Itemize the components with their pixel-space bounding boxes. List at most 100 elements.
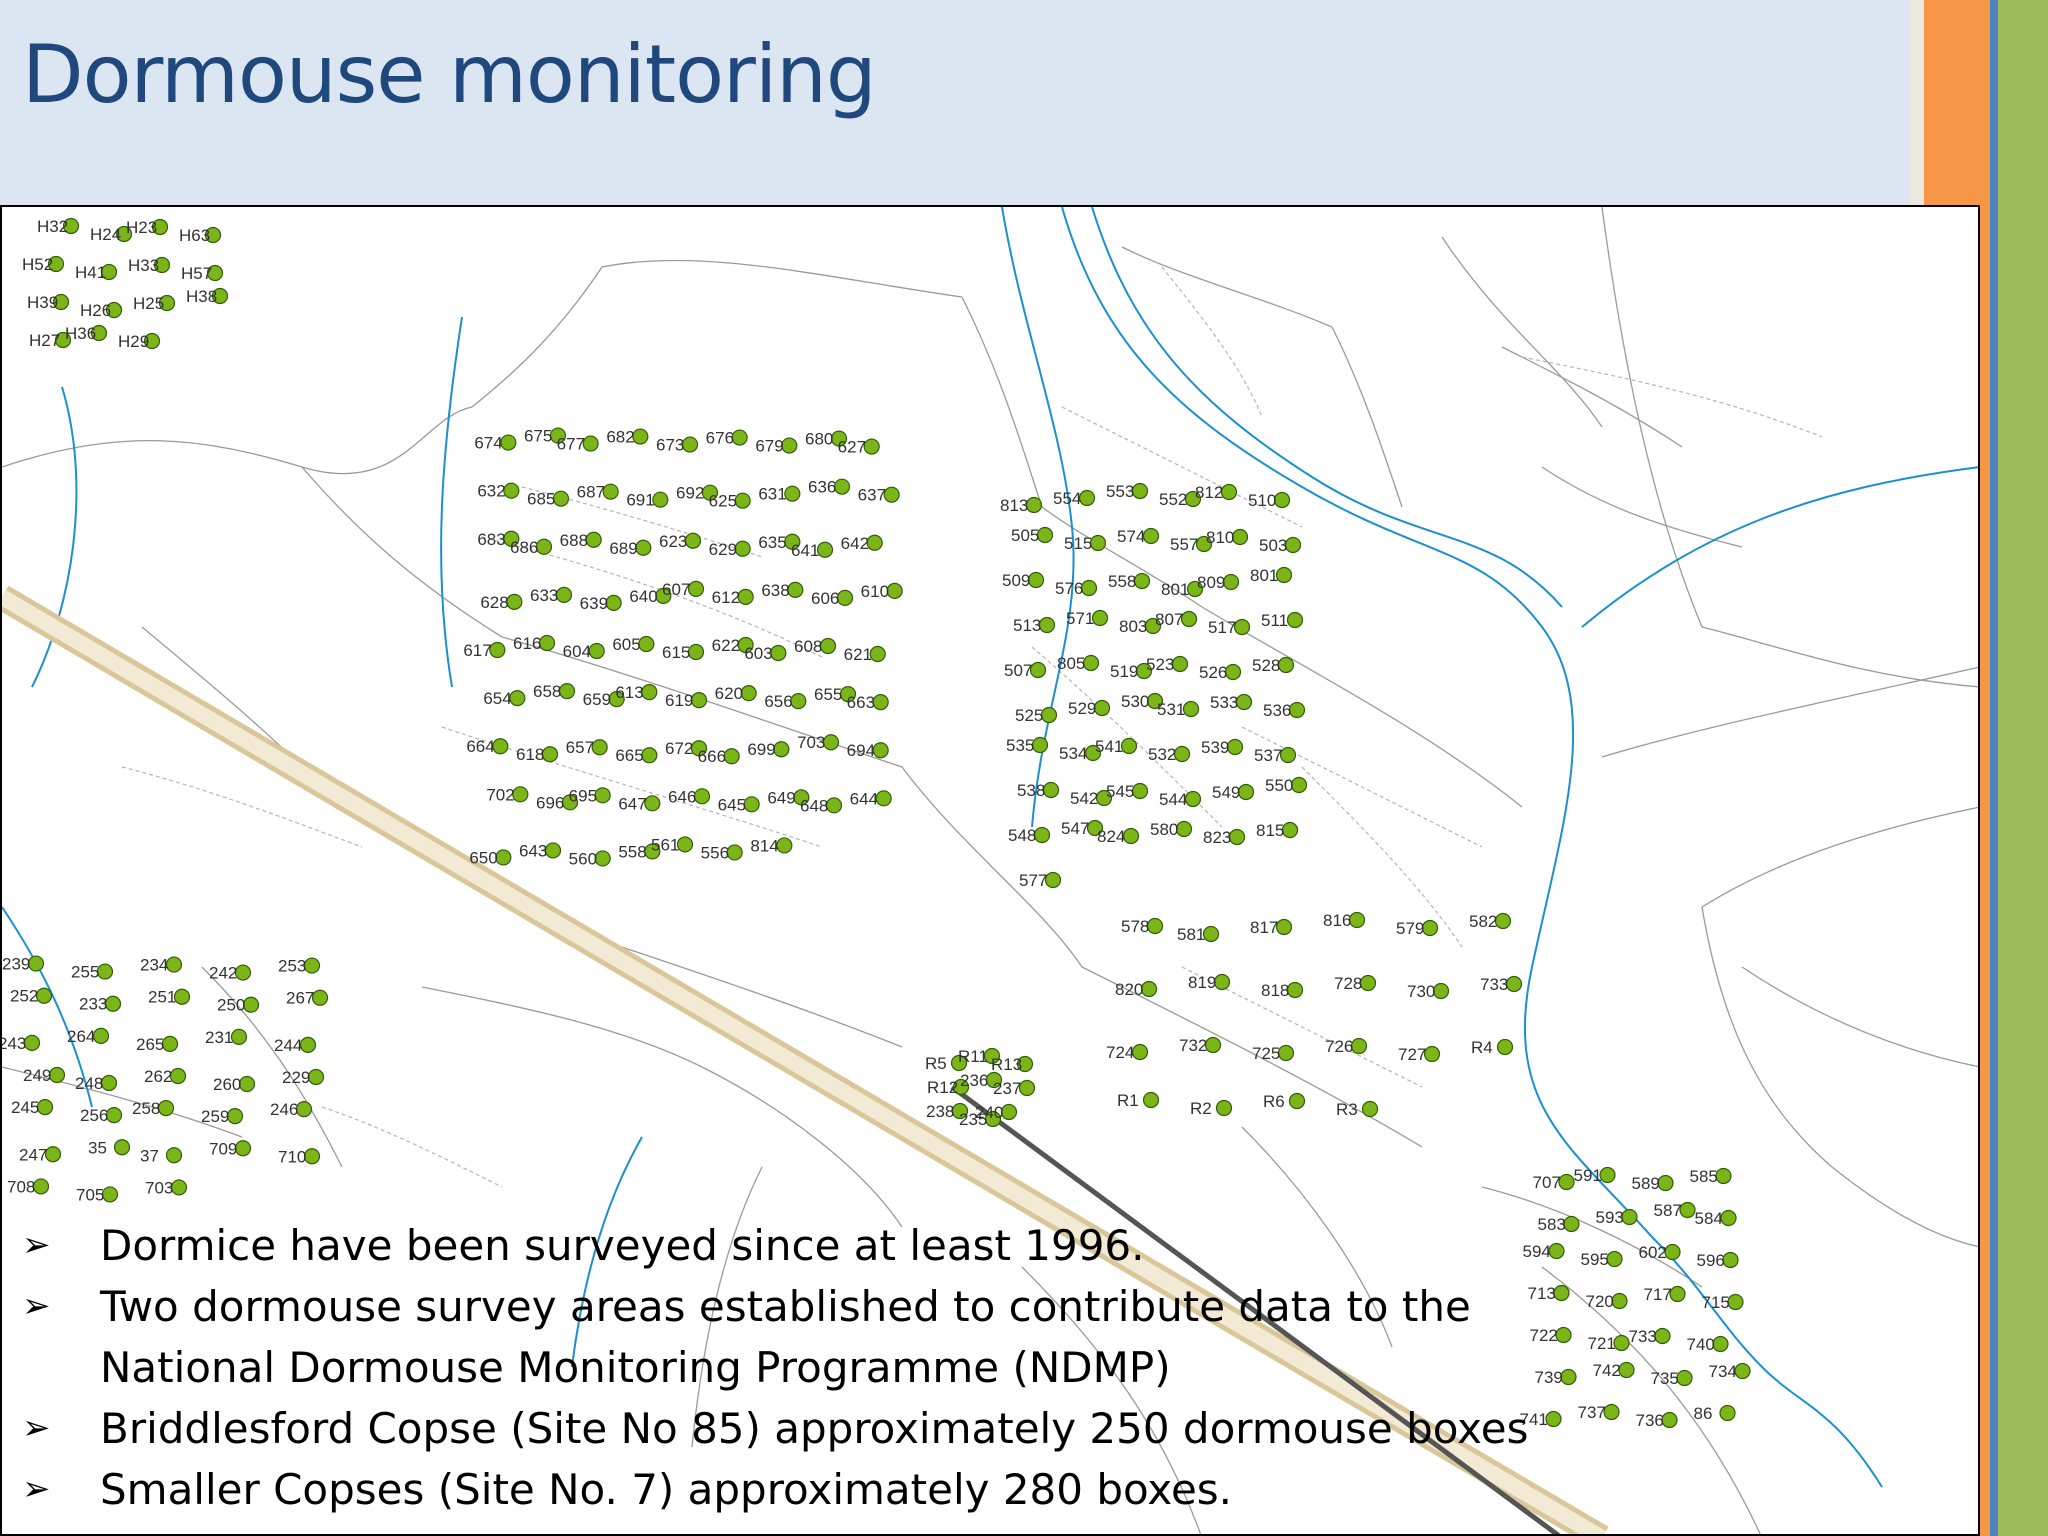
dormouse-box-marker xyxy=(1722,1251,1739,1269)
box-label: 621 xyxy=(844,645,872,664)
box-label: R1 xyxy=(1117,1091,1139,1110)
box-label: 801 xyxy=(1250,566,1278,585)
box-label: 639 xyxy=(580,594,608,613)
box-label: 727 xyxy=(1398,1045,1426,1064)
box-label: 606 xyxy=(811,589,839,608)
dormouse-box-marker xyxy=(883,486,900,503)
box-label: 243 xyxy=(2,1034,26,1053)
dormouse-box-marker xyxy=(1142,527,1160,545)
box-label: 659 xyxy=(583,690,611,709)
dormouse-box-marker xyxy=(1213,973,1231,991)
dormouse-box-marker xyxy=(36,1099,54,1116)
box-label: 687 xyxy=(577,483,605,502)
dormouse-box-marker xyxy=(1288,1092,1306,1110)
box-label: 683 xyxy=(477,530,505,549)
box-label: 641 xyxy=(791,541,819,560)
dormouse-box-marker xyxy=(1235,693,1253,711)
box-label: H29 xyxy=(118,332,149,351)
box-label: 553 xyxy=(1106,482,1134,501)
dormouse-box-marker xyxy=(23,1034,41,1051)
box-label: 571 xyxy=(1066,609,1094,628)
box-label: 709 xyxy=(209,1139,237,1158)
dormouse-box-marker xyxy=(1082,654,1100,672)
dormouse-box-marker xyxy=(1423,1045,1441,1063)
box-label: 803 xyxy=(1119,617,1147,636)
dormouse-box-marker xyxy=(632,428,649,445)
box-label: 807 xyxy=(1155,610,1183,629)
dormouse-box-marker xyxy=(784,485,801,502)
box-label: 824 xyxy=(1097,827,1125,846)
box-label: R5 xyxy=(925,1054,947,1073)
box-label: 725 xyxy=(1252,1044,1280,1063)
box-label: 251 xyxy=(148,988,176,1007)
dormouse-box-marker xyxy=(1734,1362,1751,1380)
dormouse-box-marker xyxy=(1131,482,1149,500)
box-label: 664 xyxy=(466,737,494,756)
dormouse-box-marker xyxy=(1361,1100,1379,1118)
dormouse-box-marker xyxy=(1275,918,1293,936)
dormouse-box-marker xyxy=(1202,925,1220,943)
box-label: 730 xyxy=(1407,982,1435,1001)
slide-title: Dormouse monitoring xyxy=(22,28,877,121)
box-label: 517 xyxy=(1208,618,1236,637)
box-label: 531 xyxy=(1157,700,1185,719)
dormouse-box-marker xyxy=(544,842,562,859)
dormouse-box-marker xyxy=(875,790,892,807)
bullet-item: ➢ Two dormouse survey areas established t… xyxy=(22,1276,1582,1337)
box-label: R3 xyxy=(1336,1100,1358,1119)
dormouse-box-marker xyxy=(638,635,655,653)
box-label: 703 xyxy=(797,733,825,752)
dormouse-box-marker xyxy=(816,541,834,558)
dormouse-box-marker xyxy=(1494,912,1512,930)
dormouse-box-marker xyxy=(594,850,611,867)
dormouse-box-marker xyxy=(886,582,903,599)
dormouse-box-marker xyxy=(1142,1091,1160,1109)
bullet-item: ➢ Smaller Copses (Site No. 7) approximate… xyxy=(22,1459,1582,1520)
box-label: 252 xyxy=(10,987,38,1006)
box-label: R12 xyxy=(927,1078,958,1097)
box-label: 593 xyxy=(1596,1208,1624,1227)
box-label: 503 xyxy=(1259,536,1287,555)
box-label: 250 xyxy=(217,996,245,1015)
dormouse-box-marker xyxy=(872,694,889,711)
dormouse-box-marker xyxy=(1027,571,1045,589)
box-label: 556 xyxy=(701,843,729,862)
box-label: H25 xyxy=(133,294,164,313)
dormouse-box-marker xyxy=(1231,528,1249,546)
dormouse-box-marker xyxy=(605,594,622,611)
box-label: 255 xyxy=(71,963,99,982)
dormouse-box-marker xyxy=(92,1027,110,1044)
dormouse-box-marker xyxy=(535,538,553,555)
dormouse-box-marker xyxy=(1038,616,1056,634)
dormouse-box-marker xyxy=(1275,566,1293,584)
box-label: 629 xyxy=(709,540,737,559)
box-label: 256 xyxy=(80,1106,108,1125)
dormouse-box-marker xyxy=(1093,699,1111,717)
dormouse-box-marker xyxy=(1599,1166,1616,1184)
dormouse-box-marker xyxy=(1042,781,1060,799)
dormouse-box-marker xyxy=(1679,1201,1696,1219)
dormouse-box-marker xyxy=(238,1075,256,1093)
dormouse-box-marker xyxy=(863,438,880,455)
dormouse-box-marker xyxy=(303,957,321,974)
box-label: H32 xyxy=(37,217,68,236)
dormouse-box-marker xyxy=(743,796,760,813)
box-label: 574 xyxy=(1117,527,1145,546)
box-label: 705 xyxy=(76,1185,104,1204)
dormouse-box-marker xyxy=(161,1035,179,1052)
dormouse-box-marker xyxy=(234,964,252,981)
dormouse-box-marker xyxy=(492,738,509,755)
dormouse-box-marker xyxy=(1025,496,1043,514)
box-label: 595 xyxy=(1581,1250,1609,1269)
box-label: 246 xyxy=(270,1100,298,1119)
dormouse-box-marker xyxy=(230,1028,248,1045)
box-label: 552 xyxy=(1159,490,1187,509)
box-label: 680 xyxy=(805,430,833,449)
box-label: 695 xyxy=(569,786,597,805)
box-label: 657 xyxy=(566,738,594,757)
dormouse-box-marker xyxy=(693,788,711,805)
box-label: 677 xyxy=(557,435,585,454)
box-label: 625 xyxy=(709,492,737,511)
dormouse-box-marker xyxy=(234,1140,252,1157)
dormouse-box-marker xyxy=(770,644,787,662)
